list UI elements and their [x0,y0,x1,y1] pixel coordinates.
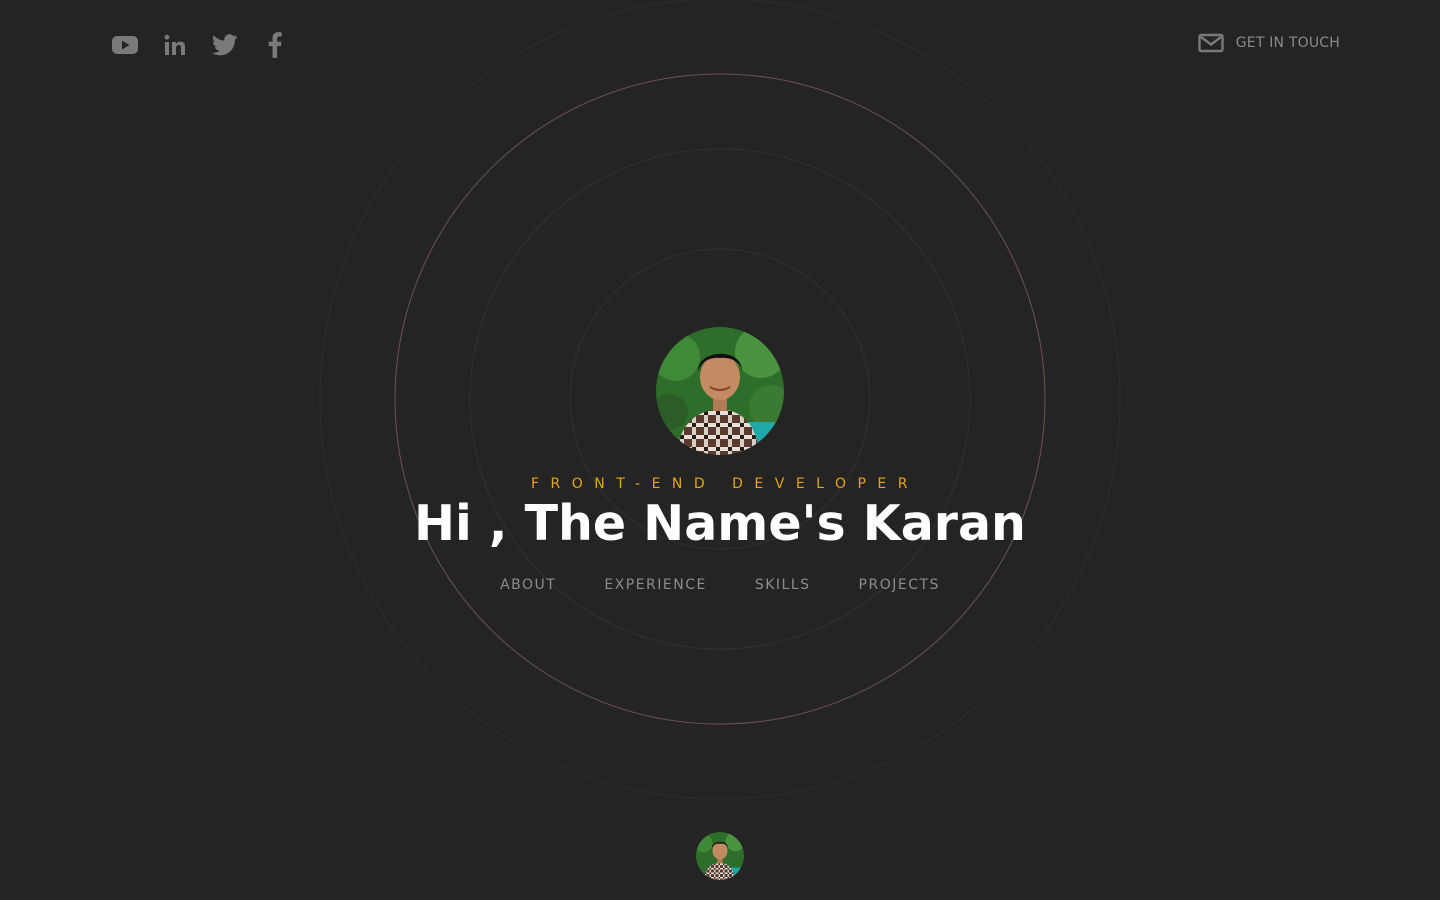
social-links [112,32,312,58]
role-subtitle: FRONT-END DEVELOPER [530,476,920,492]
profile-photo [656,327,784,455]
avatar [656,327,784,455]
avatar-thumbnail[interactable] [696,832,744,880]
twitter-icon[interactable] [212,32,238,58]
get-in-touch-label: GET IN TOUCH [1235,35,1340,51]
nav-about[interactable]: ABOUT [500,577,556,593]
nav-experience[interactable]: EXPERIENCE [604,577,707,593]
facebook-icon[interactable] [262,32,288,58]
get-in-touch-button[interactable]: GET IN TOUCH [1198,33,1340,53]
linkedin-icon[interactable] [162,32,188,58]
section-nav: ABOUT EXPERIENCE SKILLS PROJECTS [0,577,1440,593]
mail-icon [1198,33,1224,53]
nav-skills[interactable]: SKILLS [755,577,811,593]
profile-photo-small [696,832,744,880]
youtube-icon[interactable] [112,32,138,58]
nav-projects[interactable]: PROJECTS [859,577,940,593]
hero-headline: Hi , The Name's Karan [414,495,1026,552]
hero-page: GET IN TOUCH FRONT-END DEVELOPER Hi , Th… [0,0,1440,900]
